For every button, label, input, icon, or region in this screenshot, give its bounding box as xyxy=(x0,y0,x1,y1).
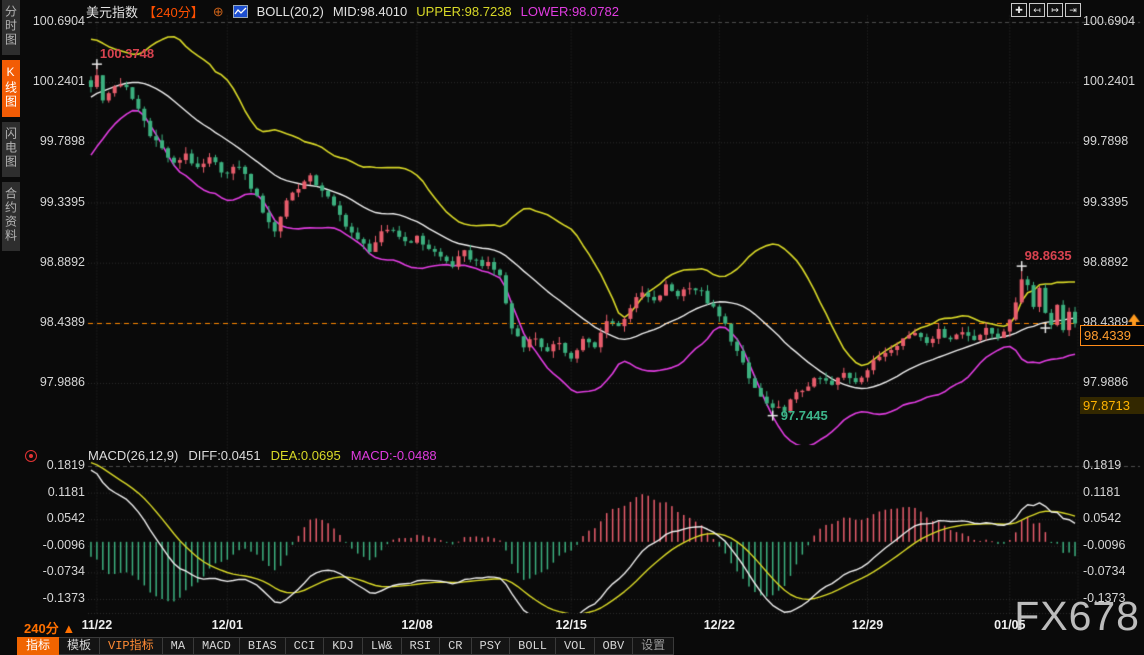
date-label-12/01: 12/01 xyxy=(212,618,243,632)
target-icon[interactable] xyxy=(25,450,37,462)
price-tick-left: 98.8892 xyxy=(27,255,85,269)
macd-tick-left: -0.1373 xyxy=(27,591,85,605)
boll-upper-value: UPPER:98.7238 xyxy=(416,4,511,19)
snap-right-icon[interactable]: ⇥ xyxy=(1065,3,1081,17)
macd-tick-right: -0.0734 xyxy=(1083,564,1125,578)
macd-tick-left: 0.1181 xyxy=(27,485,85,499)
macd-tick-left: 0.0542 xyxy=(27,511,85,525)
toolbar-item-MA[interactable]: MA xyxy=(163,637,194,655)
price-tick-right: 99.7898 xyxy=(1083,134,1128,148)
boll-mid-value: MID:98.4010 xyxy=(333,4,407,19)
sidebar-item-4[interactable]: 合约资料 xyxy=(2,182,20,251)
price-tick-left: 98.4389 xyxy=(27,315,85,329)
date-label-12/22: 12/22 xyxy=(704,618,735,632)
price-annotation: 97.7445 xyxy=(781,408,828,423)
sidebar-item-label: 闪电图 xyxy=(3,127,20,169)
date-label-11/22: 11/22 xyxy=(82,618,113,632)
toolbar-item-MACD[interactable]: MACD xyxy=(194,637,240,655)
settle-price-box: 97.8713 xyxy=(1080,397,1144,414)
chart-app: 分时图 K线图闪电图合约资料 美元指数 【240分】 ⊕ BOLL(20,2) M… xyxy=(0,0,1144,655)
chart-style-icon[interactable] xyxy=(233,5,248,18)
toolbar-item-模板[interactable]: 模板 xyxy=(59,637,100,655)
window-controls: ✚↤↦⇥ xyxy=(1011,3,1081,17)
sidebar-item-label: K线图 xyxy=(3,65,20,109)
sidebar-item-3[interactable]: 闪电图 xyxy=(2,122,20,177)
sidebar-item-label: 合约资料 xyxy=(3,187,20,243)
macd-tick-left: -0.0734 xyxy=(27,564,85,578)
toolbar-item-LW&[interactable]: LW& xyxy=(363,637,402,655)
macd-macd-value: MACD:-0.0488 xyxy=(351,448,437,463)
last-price-box: 98.4339 xyxy=(1080,325,1144,346)
macd-tick-right: -0.1373 xyxy=(1083,591,1125,605)
price-chart-canvas[interactable] xyxy=(0,0,1144,655)
price-tick-left: 100.6904 xyxy=(27,14,85,28)
price-annotation: 98.8635 xyxy=(1025,248,1072,263)
toolbar-item-VIP指标[interactable]: VIP指标 xyxy=(100,637,163,655)
indicator-header: 美元指数 【240分】 ⊕ BOLL(20,2) MID:98.4010 UPP… xyxy=(86,2,619,21)
price-tick-right: 100.2401 xyxy=(1083,74,1135,88)
symbol-name: 美元指数 xyxy=(86,2,138,21)
sidebar-item-label: 分时图 xyxy=(3,5,20,47)
macd-title: MACD(26,12,9) xyxy=(88,448,178,463)
axis-shift-left-icon[interactable]: ↤ xyxy=(1029,3,1045,17)
toolbar-item-CR[interactable]: CR xyxy=(440,637,471,655)
macd-tick-right: 0.0542 xyxy=(1083,511,1121,525)
date-label-12/29: 12/29 xyxy=(852,618,883,632)
date-label-12/08: 12/08 xyxy=(401,618,432,632)
toolbar-item-BOLL[interactable]: BOLL xyxy=(510,637,556,655)
toolbar-item-CCI[interactable]: CCI xyxy=(286,637,325,655)
price-tick-left: 97.9886 xyxy=(27,375,85,389)
macd-dea-value: DEA:0.0695 xyxy=(271,448,341,463)
macd-tick-right: 0.1819 xyxy=(1083,458,1121,472)
caret-up-icon: ▲ xyxy=(62,621,75,636)
chart-type-sidebar: 分时图 K线图闪电图合约资料 xyxy=(0,0,22,655)
price-tick-left: 99.3395 xyxy=(27,195,85,209)
macd-diff-value: DIFF:0.0451 xyxy=(188,448,260,463)
axis-shift-right-icon[interactable]: ↦ xyxy=(1047,3,1063,17)
macd-header: MACD(26,12,9) DIFF:0.0451 DEA:0.0695 MAC… xyxy=(88,448,437,463)
price-tick-right: 99.3395 xyxy=(1083,195,1128,209)
x-axis-row: 240分 ▲ 11/22 12/01 12/08 12/15 12/22 12/29 01/… xyxy=(0,617,1144,635)
macd-tick-right: 0.1181 xyxy=(1083,485,1120,499)
price-tick-right: 100.6904 xyxy=(1083,14,1135,28)
price-tick-right: 97.9886 xyxy=(1083,375,1128,389)
toolbar-item-RSI[interactable]: RSI xyxy=(402,637,441,655)
sidebar-item-1[interactable]: 分时图 xyxy=(2,0,20,55)
period-tag[interactable]: 【240分】 xyxy=(143,2,204,21)
macd-tick-left: -0.0096 xyxy=(27,538,85,552)
toolbar-item-设置[interactable]: 设置 xyxy=(633,637,674,655)
toolbar-item-OBV[interactable]: OBV xyxy=(595,637,634,655)
add-indicator-icon[interactable]: ⊕ xyxy=(213,4,224,20)
price-tick-left: 99.7898 xyxy=(27,134,85,148)
date-label-01/05: 01/05 xyxy=(994,618,1025,632)
price-annotation: 100.3748 xyxy=(100,46,154,61)
macd-tick-right: -0.0096 xyxy=(1083,538,1125,552)
toolbar-item-KDJ[interactable]: KDJ xyxy=(324,637,363,655)
macd-tick-left: 0.1819 xyxy=(27,458,85,472)
price-tick-left: 100.2401 xyxy=(27,74,85,88)
indicator-toolbar: 指标模板VIP指标MAMACDBIASCCIKDJLW&RSICRPSYBOLL… xyxy=(17,637,674,655)
price-tick-right: 98.8892 xyxy=(1083,255,1128,269)
boll-lower-value: LOWER:98.0782 xyxy=(521,4,619,19)
toolbar-item-PSY[interactable]: PSY xyxy=(472,637,511,655)
toolbar-item-BIAS[interactable]: BIAS xyxy=(240,637,286,655)
date-label-12/15: 12/15 xyxy=(556,618,587,632)
sidebar-item-2[interactable]: K线图 xyxy=(2,60,20,117)
toolbar-item-指标[interactable]: 指标 xyxy=(17,637,59,655)
boll-label: BOLL(20,2) xyxy=(257,4,324,19)
period-selector[interactable]: 240分 ▲ xyxy=(24,618,75,637)
pan-icon[interactable]: ✚ xyxy=(1011,3,1027,17)
toolbar-item-VOL[interactable]: VOL xyxy=(556,637,595,655)
